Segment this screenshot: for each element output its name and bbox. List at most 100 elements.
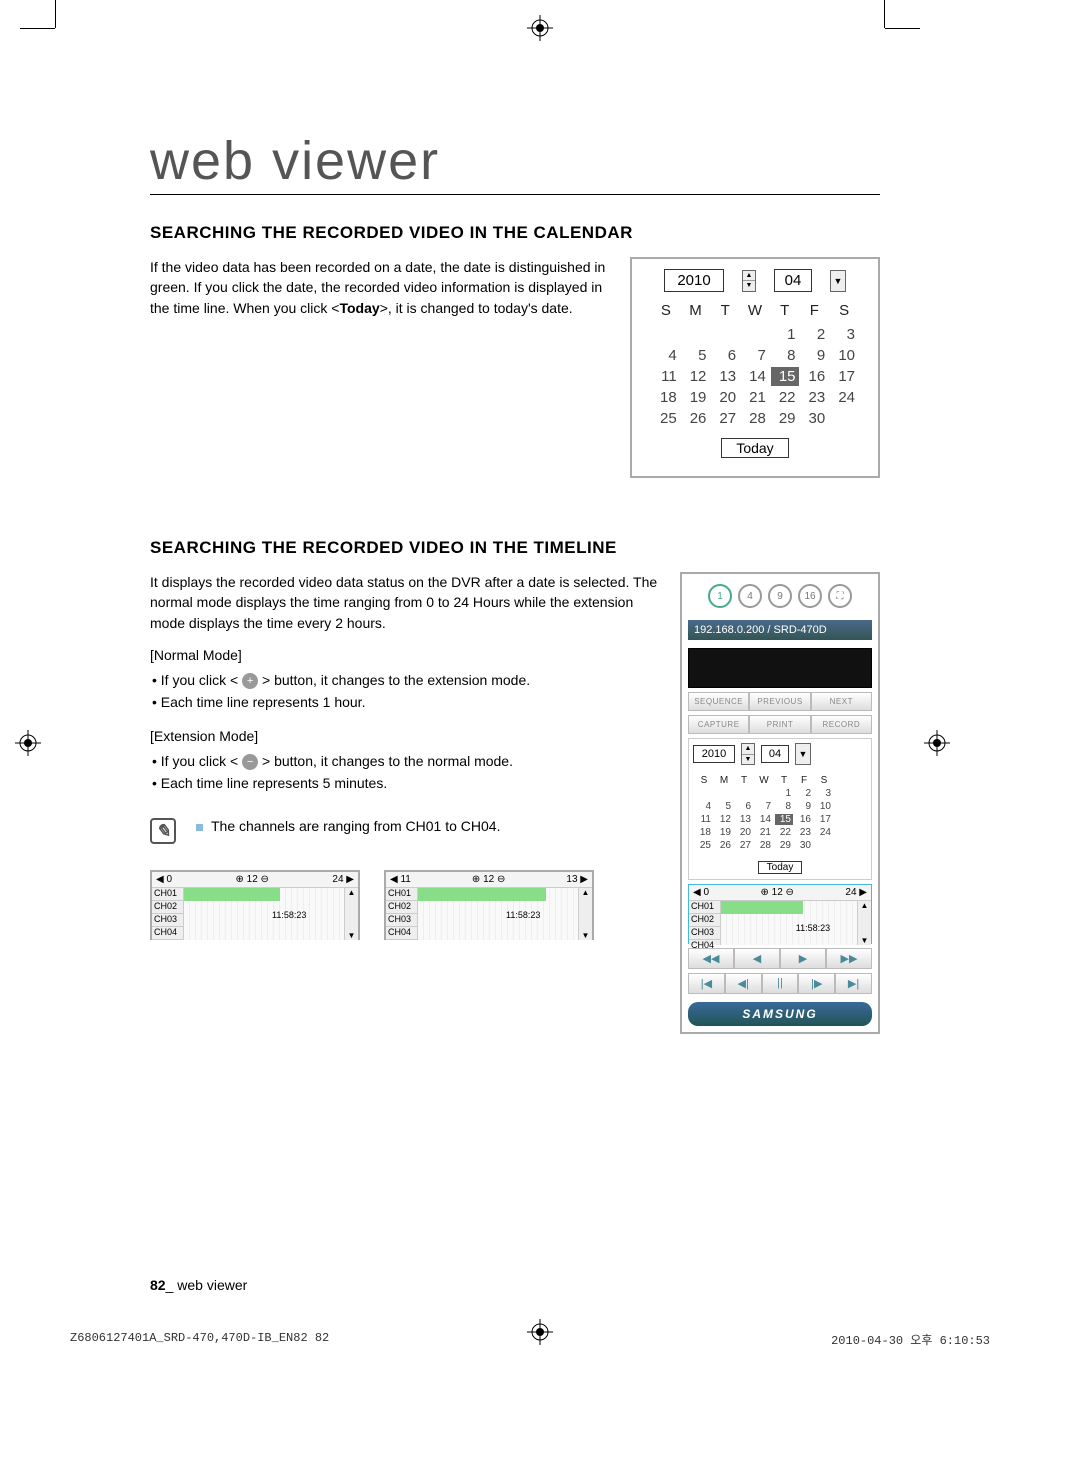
step-forward-button[interactable]: |▶ bbox=[798, 973, 835, 994]
cal-day[interactable]: 20 bbox=[711, 388, 739, 407]
fastforward-button[interactable]: ▶▶ bbox=[826, 948, 872, 969]
cal-day[interactable]: 24 bbox=[830, 388, 858, 407]
year-stepper[interactable]: ▲▼ bbox=[742, 270, 756, 292]
cal-day[interactable]: 11 bbox=[652, 367, 680, 386]
today-button[interactable]: Today bbox=[721, 438, 788, 458]
back-button[interactable]: ◀ bbox=[734, 948, 780, 969]
cal-day[interactable] bbox=[715, 788, 733, 799]
capture-button[interactable]: CAPTURE bbox=[688, 715, 749, 734]
month-input[interactable]: 04 bbox=[774, 269, 812, 292]
cal-day[interactable]: 19 bbox=[715, 827, 733, 838]
cal-day[interactable]: 23 bbox=[801, 388, 829, 407]
view-16-button[interactable]: 16 bbox=[798, 584, 822, 608]
cal-day[interactable]: 6 bbox=[711, 346, 739, 365]
step-back-button[interactable]: ◀| bbox=[725, 973, 762, 994]
cal-day[interactable]: 21 bbox=[741, 388, 769, 407]
cal-day[interactable]: 7 bbox=[755, 801, 773, 812]
cal-day[interactable]: 17 bbox=[815, 814, 833, 825]
cal-day[interactable]: 26 bbox=[715, 840, 733, 851]
cal-day[interactable]: 29 bbox=[771, 409, 799, 428]
timeline-track[interactable]: 11:58:23 bbox=[184, 888, 344, 940]
mini-year-stepper[interactable]: ▲▼ bbox=[741, 743, 755, 765]
cal-day[interactable] bbox=[682, 325, 710, 344]
tl-prev-icon[interactable]: ◀ 0 bbox=[693, 887, 709, 898]
cal-day[interactable] bbox=[830, 409, 858, 428]
cal-day[interactable]: 10 bbox=[830, 346, 858, 365]
tl-zoom-icon[interactable]: ⊕ 12 ⊖ bbox=[235, 874, 268, 885]
cal-day[interactable]: 4 bbox=[652, 346, 680, 365]
cal-day[interactable]: 14 bbox=[741, 367, 769, 386]
cal-day[interactable]: 24 bbox=[815, 827, 833, 838]
cal-day[interactable]: 11 bbox=[695, 814, 713, 825]
cal-day[interactable]: 16 bbox=[801, 367, 829, 386]
tl-prev-icon[interactable]: ◀ 0 bbox=[156, 874, 172, 885]
mini-year-input[interactable]: 2010 bbox=[693, 745, 735, 763]
timeline-track[interactable]: 11:58:23 bbox=[721, 901, 857, 945]
timeline-scrollbar[interactable]: ▲▼ bbox=[857, 901, 871, 945]
cal-day[interactable]: 2 bbox=[801, 325, 829, 344]
cal-day[interactable]: 2 bbox=[795, 788, 813, 799]
cal-day[interactable]: 21 bbox=[755, 827, 773, 838]
month-dropdown-icon[interactable]: ▼ bbox=[830, 270, 846, 292]
view-9-button[interactable]: 9 bbox=[768, 584, 792, 608]
cal-day[interactable]: 7 bbox=[741, 346, 769, 365]
cal-day[interactable]: 28 bbox=[741, 409, 769, 428]
cal-day[interactable]: 18 bbox=[695, 827, 713, 838]
skip-start-button[interactable]: |◀ bbox=[688, 973, 725, 994]
previous-button[interactable]: PREVIOUS bbox=[749, 692, 810, 711]
cal-day[interactable]: 10 bbox=[815, 801, 833, 812]
cal-day[interactable]: 3 bbox=[815, 788, 833, 799]
cal-day[interactable]: 22 bbox=[771, 388, 799, 407]
cal-day[interactable]: 25 bbox=[652, 409, 680, 428]
cal-day[interactable]: 5 bbox=[715, 801, 733, 812]
tl-zoom-icon[interactable]: ⊕ 12 ⊖ bbox=[472, 874, 505, 885]
cal-day[interactable]: 28 bbox=[755, 840, 773, 851]
cal-day[interactable]: 29 bbox=[775, 840, 793, 851]
cal-day[interactable]: 4 bbox=[695, 801, 713, 812]
cal-day[interactable] bbox=[741, 325, 769, 344]
next-button[interactable]: NEXT bbox=[811, 692, 872, 711]
timeline-track[interactable]: 11:58:23 bbox=[418, 888, 578, 940]
cal-day[interactable]: 3 bbox=[830, 325, 858, 344]
view-full-button[interactable]: ⛶ bbox=[828, 584, 852, 608]
print-button[interactable]: PRINT bbox=[749, 715, 810, 734]
view-1-button[interactable]: 1 bbox=[708, 584, 732, 608]
tl-zoom-icon[interactable]: ⊕ 12 ⊖ bbox=[760, 887, 793, 898]
timeline-scrollbar[interactable]: ▲▼ bbox=[578, 888, 592, 940]
cal-day[interactable] bbox=[755, 788, 773, 799]
cal-day[interactable]: 1 bbox=[771, 325, 799, 344]
cal-day[interactable]: 6 bbox=[735, 801, 753, 812]
cal-day[interactable]: 17 bbox=[830, 367, 858, 386]
cal-day[interactable]: 22 bbox=[775, 827, 793, 838]
cal-day[interactable]: 19 bbox=[682, 388, 710, 407]
cal-day[interactable]: 16 bbox=[795, 814, 813, 825]
cal-day[interactable]: 13 bbox=[735, 814, 753, 825]
cal-day[interactable]: 20 bbox=[735, 827, 753, 838]
cal-day[interactable]: 13 bbox=[711, 367, 739, 386]
skip-end-button[interactable]: ▶| bbox=[835, 973, 872, 994]
mini-month-input[interactable]: 04 bbox=[761, 745, 789, 763]
record-button[interactable]: RECORD bbox=[811, 715, 872, 734]
sequence-button[interactable]: SEQUENCE bbox=[688, 692, 749, 711]
cal-day[interactable]: 8 bbox=[771, 346, 799, 365]
cal-day[interactable]: 30 bbox=[795, 840, 813, 851]
tl-next-icon[interactable]: 24 ▶ bbox=[332, 874, 354, 885]
cal-day[interactable]: 9 bbox=[801, 346, 829, 365]
tl-next-icon[interactable]: 24 ▶ bbox=[845, 887, 867, 898]
tl-next-icon[interactable]: 13 ▶ bbox=[566, 874, 588, 885]
tl-prev-icon[interactable]: ◀ 11 bbox=[390, 874, 411, 885]
rewind-button[interactable]: ◀◀ bbox=[688, 948, 734, 969]
cal-day[interactable]: 27 bbox=[711, 409, 739, 428]
cal-day[interactable]: 26 bbox=[682, 409, 710, 428]
view-4-button[interactable]: 4 bbox=[738, 584, 762, 608]
cal-day[interactable] bbox=[695, 788, 713, 799]
cal-day[interactable]: 5 bbox=[682, 346, 710, 365]
cal-day[interactable]: 14 bbox=[755, 814, 773, 825]
mini-month-dropdown-icon[interactable]: ▼ bbox=[795, 743, 811, 765]
cal-day[interactable]: 25 bbox=[695, 840, 713, 851]
cal-day[interactable] bbox=[652, 325, 680, 344]
mini-today-button[interactable]: Today bbox=[758, 861, 803, 874]
cal-day[interactable] bbox=[735, 788, 753, 799]
cal-day[interactable]: 30 bbox=[801, 409, 829, 428]
cal-day[interactable] bbox=[711, 325, 739, 344]
